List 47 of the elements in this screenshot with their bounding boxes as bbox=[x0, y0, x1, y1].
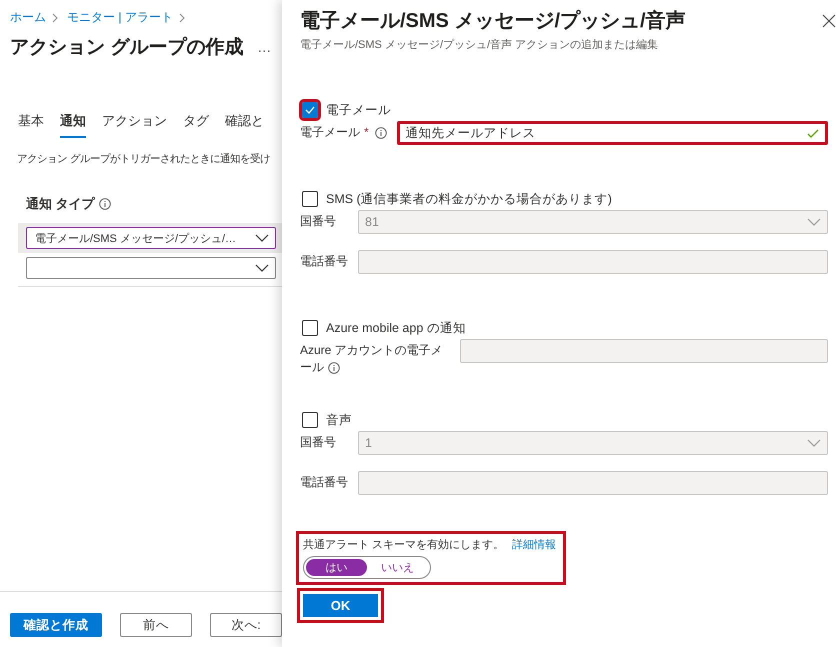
checkbox-label: Azure mobile app の通知 bbox=[326, 320, 466, 336]
field-label: 国番号 bbox=[300, 435, 336, 449]
nav-button[interactable]: 次へ: bbox=[210, 613, 282, 637]
checkbox-label: 電子メール bbox=[326, 102, 391, 118]
checkbox[interactable] bbox=[302, 412, 318, 428]
toggle-option[interactable]: いいえ bbox=[367, 559, 428, 576]
panel-title: 電子メール/SMS メッセージ/プッシュ/音声 bbox=[300, 8, 686, 34]
column-header: 通知 タイプ bbox=[26, 195, 95, 213]
field-label: 電話番号 bbox=[300, 475, 348, 489]
breadcrumb-link[interactable]: ホーム bbox=[10, 9, 46, 26]
notification-type-dropdown[interactable]: 電子メール/SMS メッセージ/プッシュ/… bbox=[26, 227, 276, 249]
field-label: 電話番号 bbox=[300, 254, 348, 268]
chevron-down-icon bbox=[255, 264, 269, 272]
ok-button[interactable]: OK bbox=[303, 594, 378, 617]
field-label: Azure アカウントの電子メール bbox=[300, 343, 443, 374]
input-field[interactable]: 通知先メールアドレス bbox=[396, 121, 828, 145]
breadcrumb-chevron-icon bbox=[178, 12, 186, 22]
checkbox-label: 音声 bbox=[326, 412, 352, 428]
tab[interactable]: 確認と bbox=[225, 112, 264, 138]
page-title: アクション グループの作成 bbox=[10, 36, 244, 60]
more-button[interactable]: … bbox=[257, 39, 272, 55]
review-create-button[interactable]: 確認と作成 bbox=[10, 613, 102, 637]
checkmark-icon bbox=[305, 106, 315, 114]
panel-subtitle: 電子メール/SMS メッセージ/プッシュ/音声 アクションの追加または編集 bbox=[300, 38, 660, 52]
checkbox-label: SMS (通信事業者の料金がかかる場合があります) bbox=[326, 190, 612, 208]
description-text: アクション グループがトリガーされたときに通知を受け bbox=[16, 152, 271, 166]
tab[interactable]: アクション bbox=[102, 112, 167, 138]
field-label: 電子メール bbox=[300, 125, 360, 139]
chevron-down-icon bbox=[255, 234, 269, 242]
schema-label: 共通アラート スキーマを有効にします。 bbox=[303, 538, 504, 552]
field-label: 国番号 bbox=[300, 214, 336, 228]
checkbox[interactable] bbox=[302, 320, 318, 336]
tab[interactable]: 通知 bbox=[60, 112, 86, 138]
breadcrumb-link[interactable]: モニター | アラート bbox=[67, 9, 173, 26]
toggle-option[interactable]: はい bbox=[306, 559, 367, 576]
tab[interactable]: 基本 bbox=[18, 112, 44, 138]
nav-button[interactable]: 前へ bbox=[120, 613, 192, 637]
chevron-down-icon bbox=[807, 439, 821, 447]
tab[interactable]: タグ bbox=[183, 112, 209, 138]
required-mark: * bbox=[364, 125, 369, 139]
checkbox[interactable] bbox=[302, 102, 318, 118]
checkbox[interactable] bbox=[302, 191, 318, 207]
close-icon[interactable] bbox=[822, 14, 836, 28]
breadcrumb-chevron-icon bbox=[52, 12, 59, 22]
learn-more-link[interactable]: 詳細情報 bbox=[512, 537, 556, 552]
chevron-down-icon bbox=[807, 218, 821, 226]
notification-type-dropdown[interactable] bbox=[26, 257, 276, 279]
